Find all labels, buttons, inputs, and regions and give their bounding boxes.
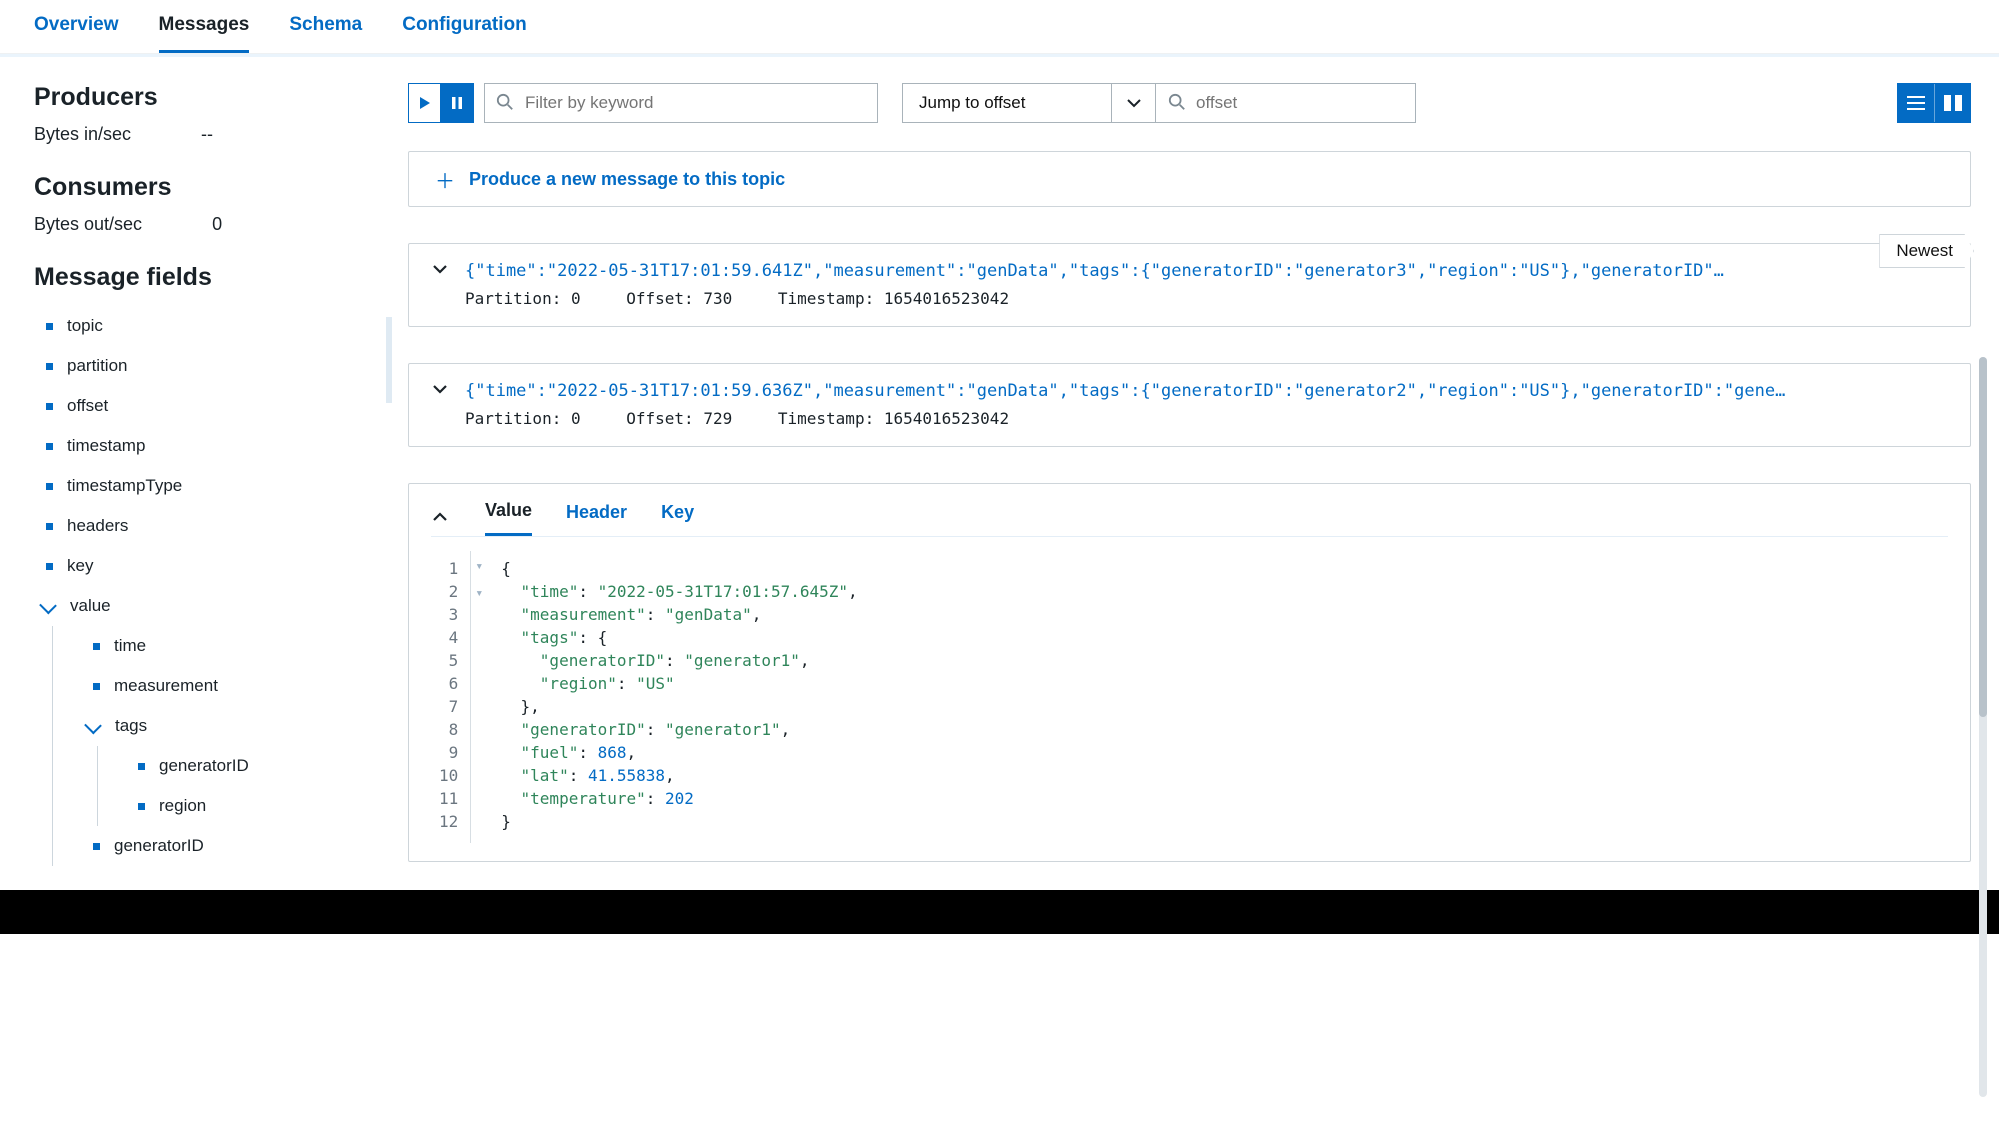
top-tabs: Overview Messages Schema Configuration	[0, 0, 1999, 54]
message-meta: Partition: 0 Offset: 730 Timestamp: 1654…	[431, 289, 1948, 308]
message-card: {"time":"2022-05-31T17:01:59.636Z","meas…	[408, 363, 1971, 447]
bottom-bar	[0, 890, 1999, 934]
bullet-icon	[46, 363, 53, 370]
expand-toggle[interactable]	[431, 380, 449, 401]
field-value-generatorid[interactable]: generatorID	[53, 826, 370, 866]
consumers-metric-label: Bytes out/sec	[34, 214, 142, 235]
list-view-button[interactable]	[1898, 84, 1934, 122]
message-card-expanded: Value Header Key 123456789101112 ▾▾ { "t…	[408, 483, 1971, 862]
search-icon	[1168, 93, 1186, 114]
producers-metric: Bytes in/sec --	[34, 124, 370, 145]
bullet-icon	[93, 683, 100, 690]
detail-tab-key[interactable]: Key	[661, 502, 694, 535]
message-detail-tabs: Value Header Key	[431, 500, 1948, 537]
bullet-icon	[93, 843, 100, 850]
produce-message-label: Produce a new message to this topic	[469, 169, 785, 190]
play-button[interactable]	[408, 83, 441, 123]
split-view-button[interactable]	[1934, 84, 1970, 122]
field-topic[interactable]: topic	[34, 306, 370, 346]
chevron-down-icon	[85, 718, 101, 734]
list-icon	[1907, 95, 1925, 111]
message-preview[interactable]: {"time":"2022-05-31T17:01:59.636Z","meas…	[465, 381, 1948, 401]
collapse-toggle[interactable]	[431, 508, 449, 529]
message-meta: Partition: 0 Offset: 729 Timestamp: 1654…	[431, 409, 1948, 428]
offset-input[interactable]	[1156, 83, 1416, 123]
consumers-metric: Bytes out/sec 0	[34, 214, 370, 235]
chevron-down-icon	[1127, 98, 1141, 108]
tab-overview[interactable]: Overview	[34, 14, 119, 53]
field-value-tags[interactable]: tags	[53, 706, 370, 746]
field-tags-region[interactable]: region	[98, 786, 370, 826]
json-viewer: 123456789101112 ▾▾ { "time": "2022-05-31…	[431, 551, 1948, 843]
field-timestamptype[interactable]: timestampType	[34, 466, 370, 506]
producers-metric-value: --	[201, 124, 213, 145]
field-offset[interactable]: offset	[34, 386, 370, 426]
consumers-heading: Consumers	[34, 173, 370, 202]
bullet-icon	[138, 763, 145, 770]
search-icon	[496, 93, 514, 114]
bullet-icon	[46, 323, 53, 330]
plus-icon: ＋	[435, 165, 455, 194]
consumers-metric-value: 0	[212, 214, 222, 235]
tab-configuration[interactable]: Configuration	[402, 14, 527, 53]
message-card: Newest {"time":"2022-05-31T17:01:59.641Z…	[408, 243, 1971, 327]
field-value[interactable]: value	[34, 586, 370, 626]
pause-icon	[451, 96, 463, 110]
produce-message-button[interactable]: ＋ Produce a new message to this topic	[408, 151, 1971, 207]
bullet-icon	[46, 563, 53, 570]
columns-icon	[1944, 95, 1962, 111]
field-headers[interactable]: headers	[34, 506, 370, 546]
message-fields-list: topic partition offset timestamp timesta…	[34, 306, 370, 866]
field-timestamp[interactable]: timestamp	[34, 426, 370, 466]
field-value-time[interactable]: time	[53, 626, 370, 666]
code-body[interactable]: { "time": "2022-05-31T17:01:57.645Z", "m…	[487, 551, 857, 843]
jump-to-offset-select[interactable]: Jump to offset	[902, 83, 1112, 123]
producers-heading: Producers	[34, 83, 370, 112]
newest-badge: Newest	[1879, 234, 1974, 268]
fold-gutter[interactable]: ▾▾	[471, 551, 487, 843]
stream-controls	[408, 83, 474, 123]
field-value-measurement[interactable]: measurement	[53, 666, 370, 706]
line-numbers: 123456789101112	[431, 551, 471, 843]
tab-messages[interactable]: Messages	[159, 14, 250, 53]
detail-tab-header[interactable]: Header	[566, 502, 627, 535]
bullet-icon	[93, 643, 100, 650]
pause-button[interactable]	[441, 83, 474, 123]
bullet-icon	[46, 403, 53, 410]
detail-tab-value[interactable]: Value	[485, 500, 532, 536]
producers-metric-label: Bytes in/sec	[34, 124, 131, 145]
field-key[interactable]: key	[34, 546, 370, 586]
chevron-down-icon	[40, 598, 56, 614]
message-preview[interactable]: {"time":"2022-05-31T17:01:59.641Z","meas…	[465, 261, 1948, 281]
bullet-icon	[46, 523, 53, 530]
field-tags-generatorid[interactable]: generatorID	[98, 746, 370, 786]
filter-keyword-input[interactable]	[484, 83, 878, 123]
bullet-icon	[138, 803, 145, 810]
expand-toggle[interactable]	[431, 260, 449, 281]
bullet-icon	[46, 483, 53, 490]
play-icon	[419, 96, 431, 110]
message-fields-heading: Message fields	[34, 263, 370, 292]
jump-dropdown-button[interactable]	[1112, 83, 1156, 123]
main-content: Jump to offset	[390, 57, 1999, 890]
sidebar: Producers Bytes in/sec -- Consumers Byte…	[0, 57, 390, 890]
field-partition[interactable]: partition	[34, 346, 370, 386]
scrollbar[interactable]	[1979, 357, 1987, 1097]
messages-toolbar: Jump to offset	[408, 83, 1971, 123]
tab-schema[interactable]: Schema	[289, 14, 362, 53]
bullet-icon	[46, 443, 53, 450]
view-toggle	[1897, 83, 1971, 123]
